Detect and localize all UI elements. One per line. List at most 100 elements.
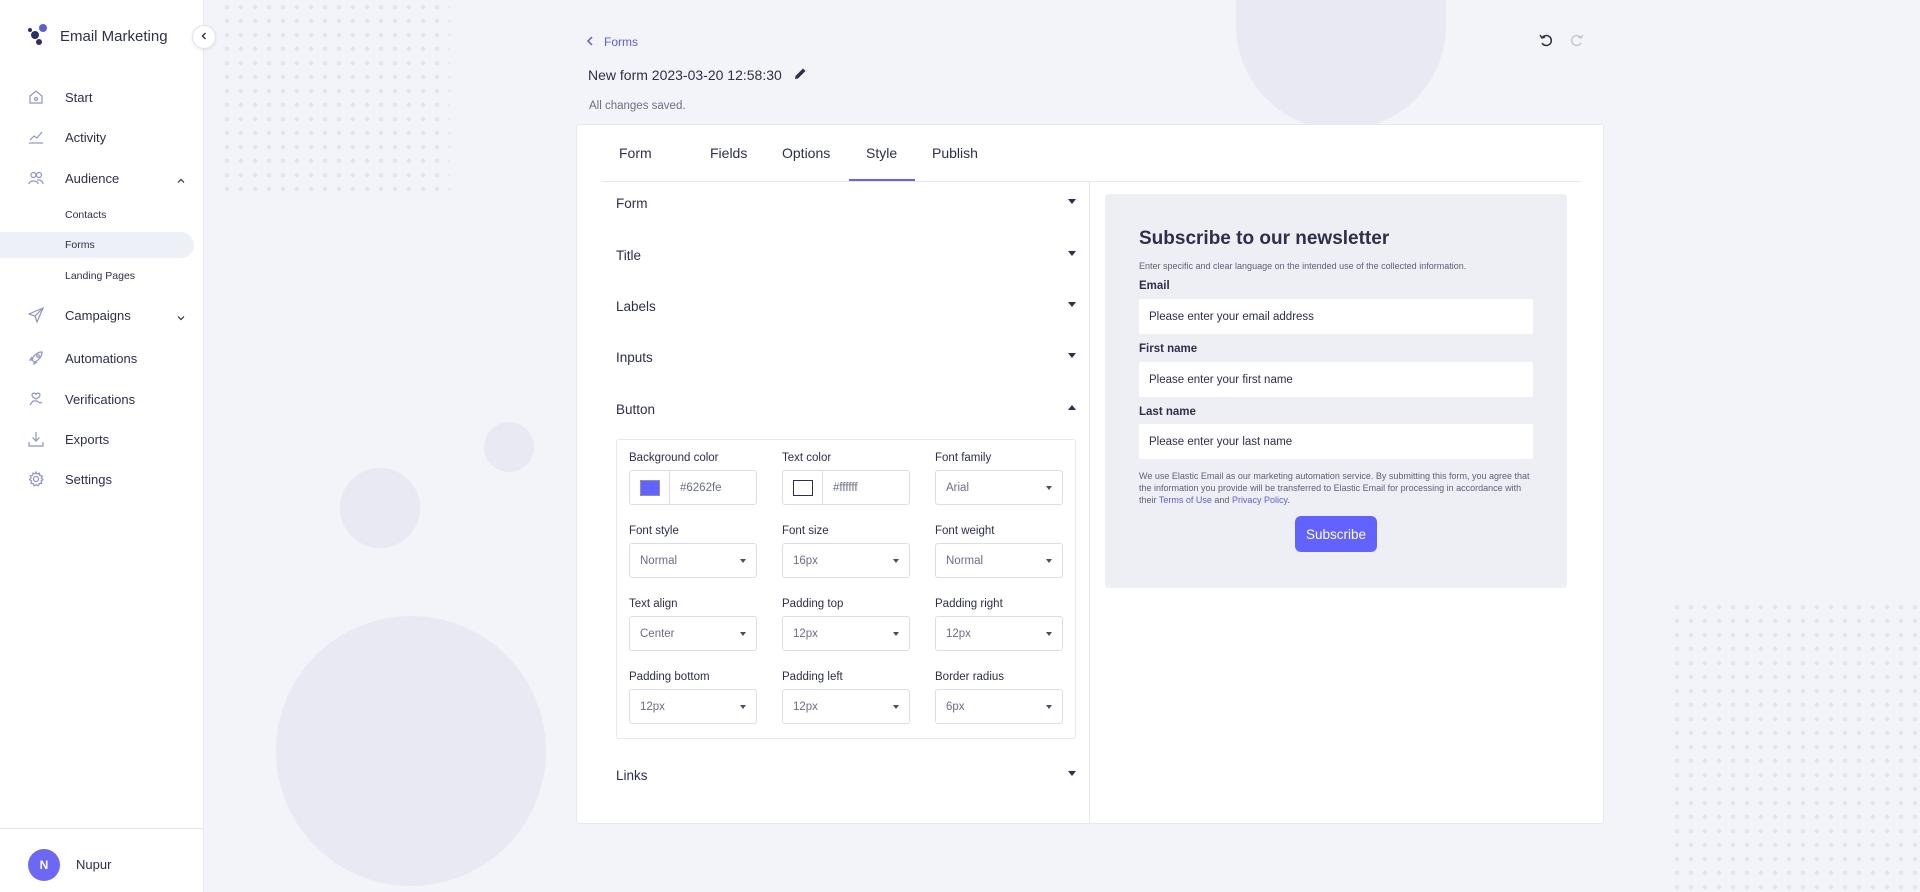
paper-plane-icon <box>28 307 44 323</box>
section-title-header[interactable]: Title <box>616 240 1076 270</box>
font-weight-select[interactable]: Normal <box>935 543 1063 578</box>
section-title: Labels <box>616 298 656 314</box>
sidebar-item-exports[interactable]: Exports <box>0 425 194 453</box>
users-icon <box>28 170 44 186</box>
select-value: Normal <box>946 554 984 567</box>
sidebar-subitem-contacts[interactable]: Contacts <box>0 202 194 228</box>
background-color-swatch[interactable] <box>639 479 660 496</box>
preview-title: Subscribe to our newsletter <box>1139 228 1390 249</box>
section-title: Title <box>616 247 642 263</box>
back-to-forms-link[interactable]: Forms <box>586 35 638 49</box>
form-editor-panel: Form Fields Options Style Publish Form T… <box>576 124 1604 824</box>
section-button-header[interactable]: Button <box>616 394 1076 424</box>
avatar: N <box>28 849 60 881</box>
padding-left-select[interactable]: 12px <box>782 689 910 724</box>
download-icon <box>28 431 44 447</box>
verified-hand-icon <box>28 391 44 407</box>
padding-right-select[interactable]: 12px <box>935 616 1063 651</box>
privacy-policy-link[interactable]: Privacy Policy <box>1232 495 1287 505</box>
field-label: Font style <box>629 525 679 537</box>
sidebar-item-automations[interactable]: Automations <box>0 344 194 372</box>
font-family-select[interactable]: Arial <box>935 470 1063 505</box>
sidebar-item-campaigns[interactable]: Campaigns <box>0 301 194 329</box>
background-color-value: #6262fe <box>680 481 722 494</box>
field-label: Border radius <box>935 671 1005 683</box>
select-value: 16px <box>793 554 818 567</box>
sidebar-item-label: Audience <box>65 170 120 186</box>
border-radius-field: Border radius 6px <box>935 671 1063 724</box>
active-tab-indicator <box>849 179 915 181</box>
section-labels-header[interactable]: Labels <box>616 291 1076 321</box>
tab-form[interactable]: Form <box>619 145 652 161</box>
tab-publish[interactable]: Publish <box>932 145 978 161</box>
redo-icon[interactable] <box>1569 32 1585 53</box>
select-value: 6px <box>946 700 965 713</box>
sidebar-subitem-forms[interactable]: Forms <box>0 232 194 258</box>
subscribe-button[interactable]: Subscribe <box>1295 516 1377 552</box>
rocket-icon <box>28 350 44 366</box>
field-label: Text color <box>782 452 832 464</box>
padding-left-field: Padding left 12px <box>782 671 910 724</box>
section-links-header[interactable]: Links <box>616 760 1076 790</box>
font-size-select[interactable]: 16px <box>782 543 910 578</box>
caret-down-icon <box>1068 199 1076 204</box>
sidebar-item-audience[interactable]: Audience <box>0 164 194 192</box>
section-form-header[interactable]: Form <box>616 188 1076 218</box>
tab-style[interactable]: Style <box>866 145 897 161</box>
tab-fields[interactable]: Fields <box>710 145 747 161</box>
color-swatch-wrap <box>630 471 670 504</box>
save-status: All changes saved. <box>589 100 686 112</box>
font-style-field: Font style Normal <box>629 525 757 578</box>
preview-first-name-input[interactable]: Please enter your first name <box>1139 362 1533 397</box>
activity-chart-icon <box>28 129 44 145</box>
terms-of-use-link[interactable]: Terms of Use <box>1159 495 1212 505</box>
dropdown-arrow-icon <box>893 632 899 636</box>
padding-right-field: Padding right 12px <box>935 598 1063 651</box>
dropdown-arrow-icon <box>740 705 746 709</box>
sidebar-item-label: Start <box>65 89 93 105</box>
caret-down-icon <box>1068 771 1076 776</box>
sidebar-item-verifications[interactable]: Verifications <box>0 385 194 413</box>
padding-top-select[interactable]: 12px <box>782 616 910 651</box>
background-color-input[interactable]: #6262fe <box>629 470 757 505</box>
dropdown-arrow-icon <box>893 705 899 709</box>
background-circle <box>276 616 546 886</box>
preview-last-name-input[interactable]: Please enter your last name <box>1139 424 1533 459</box>
brand[interactable]: Email Marketing <box>26 22 168 51</box>
pencil-icon[interactable] <box>794 67 807 83</box>
tab-options[interactable]: Options <box>782 145 830 161</box>
padding-bottom-select[interactable]: 12px <box>629 689 757 724</box>
logo-icon <box>26 22 50 51</box>
color-swatch-wrap <box>783 471 823 504</box>
section-title: Inputs <box>616 349 653 365</box>
preview-field-label: First name <box>1139 343 1198 355</box>
preview-field-label: Email <box>1139 280 1170 292</box>
border-radius-select[interactable]: 6px <box>935 689 1063 724</box>
sidebar-subitem-landing-pages[interactable]: Landing Pages <box>0 263 194 289</box>
sidebar-item-settings[interactable]: Settings <box>0 465 194 493</box>
section-inputs-header[interactable]: Inputs <box>616 342 1076 372</box>
chevron-down-icon <box>176 310 186 321</box>
sidebar-item-activity[interactable]: Activity <box>0 123 194 151</box>
text-color-swatch[interactable] <box>792 479 813 496</box>
sidebar-subitem-label: Landing Pages <box>65 270 136 282</box>
gear-icon <box>28 471 44 487</box>
collapse-sidebar-button[interactable] <box>192 25 216 49</box>
preview-legal-text: We use Elastic Email as our marketing au… <box>1139 470 1539 506</box>
undo-icon[interactable] <box>1538 32 1554 53</box>
field-label: Padding right <box>935 598 1003 610</box>
select-value: 12px <box>946 627 971 640</box>
text-align-select[interactable]: Center <box>629 616 757 651</box>
padding-bottom-field: Padding bottom 12px <box>629 671 757 724</box>
user-profile[interactable]: N Nupur <box>0 828 204 892</box>
text-color-input[interactable]: #ffffff <box>782 470 910 505</box>
font-weight-field: Font weight Normal <box>935 525 1063 578</box>
button-style-settings: Background color #6262fe Text color #fff… <box>616 439 1076 739</box>
select-value: Normal <box>640 554 678 567</box>
preview-email-input[interactable]: Please enter your email address <box>1139 299 1533 334</box>
sidebar-item-start[interactable]: Start <box>0 83 194 111</box>
field-label: Font family <box>935 452 992 464</box>
sidebar-item-label: Activity <box>65 129 107 145</box>
dropdown-arrow-icon <box>740 559 746 563</box>
font-style-select[interactable]: Normal <box>629 543 757 578</box>
